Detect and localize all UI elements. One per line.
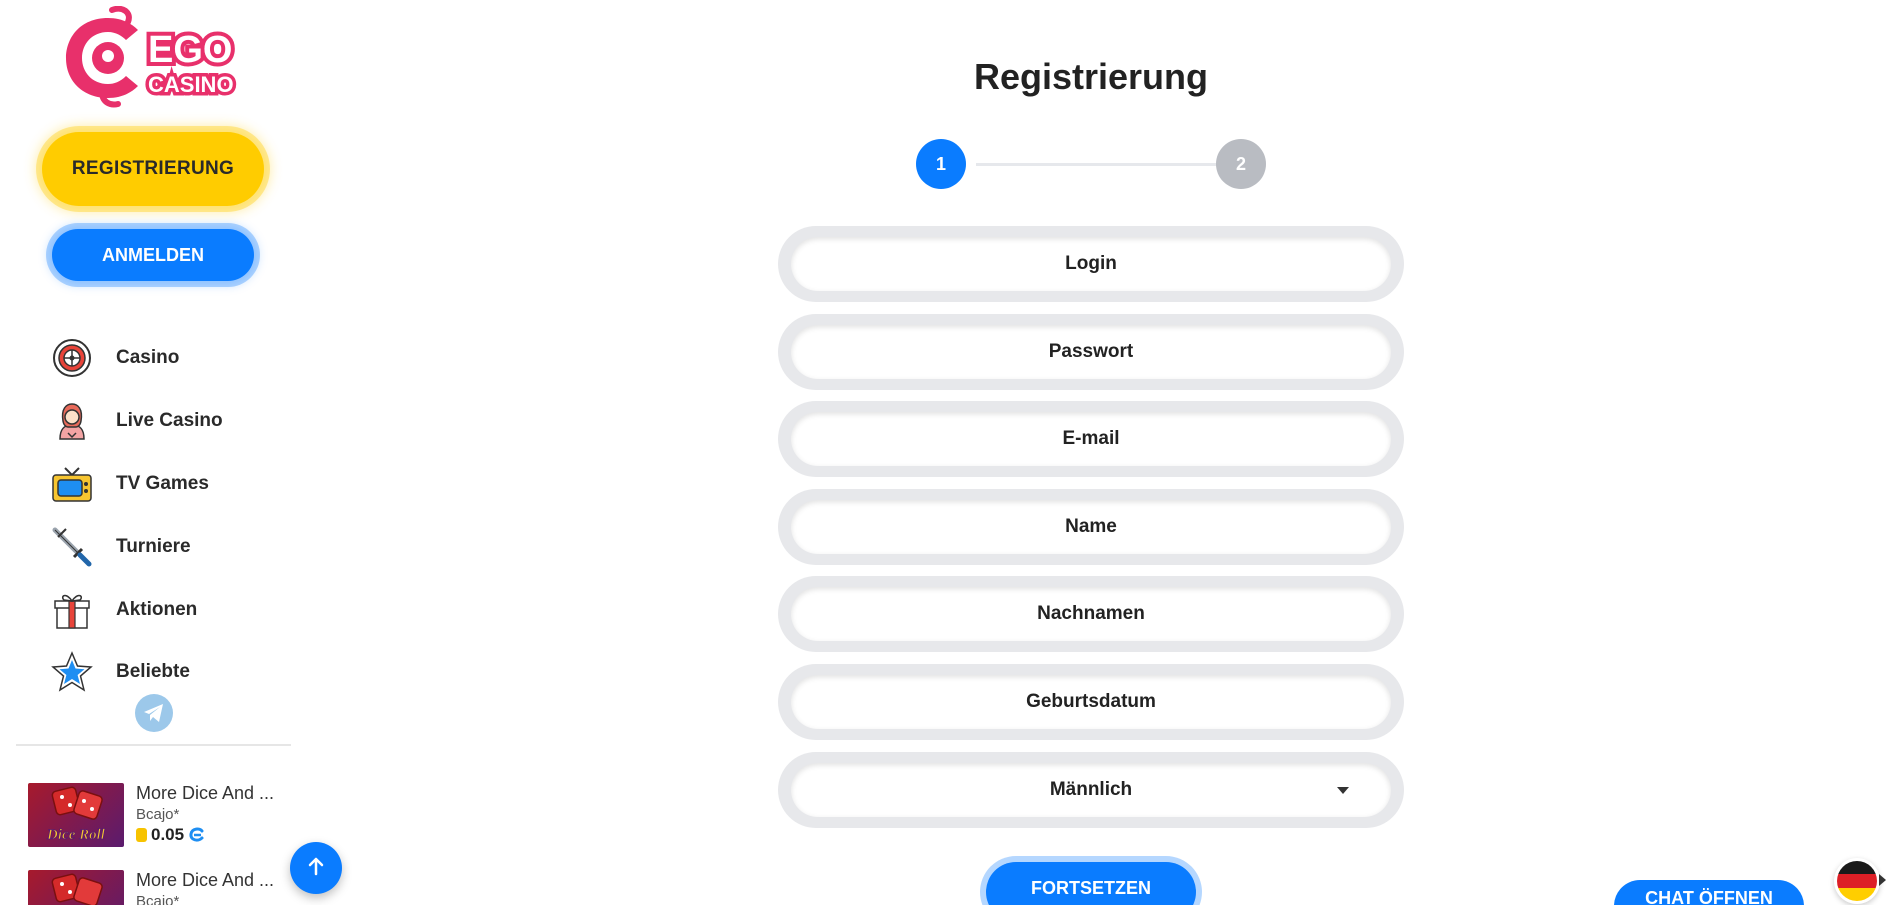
surname-field-inner	[791, 587, 1391, 642]
email-field-inner	[791, 412, 1391, 467]
sidebar: EGO CASINO REGISTRIERUNG ANMELDEN Casino…	[0, 0, 300, 905]
birthdate-input[interactable]	[791, 690, 1391, 713]
telegram-icon[interactable]	[135, 694, 173, 732]
continue-button-label: FORTSETZEN	[1031, 878, 1151, 898]
password-field-inner	[791, 324, 1391, 379]
logo-text-ego: EGO	[148, 29, 232, 71]
open-chat-button[interactable]: CHAT ÖFFNEN	[1614, 880, 1804, 905]
login-field-inner	[791, 237, 1391, 291]
win-amount: 0.05	[136, 825, 274, 845]
chevron-down-icon	[1337, 786, 1349, 794]
step-1-active: 1	[916, 139, 966, 189]
win-info: More Dice And ... Bcajo* 0.05	[136, 783, 274, 853]
win-amount-value: 0.05	[151, 825, 185, 844]
birthdate-field-wrap	[778, 663, 1404, 740]
logo-text-casino: CASINO	[148, 72, 234, 97]
email-input[interactable]	[791, 428, 1391, 451]
register-button[interactable]: REGISTRIERUNG	[42, 132, 264, 206]
sidebar-item-label: TV Games	[116, 472, 209, 494]
sidebar-item-label: Casino	[116, 347, 180, 369]
registration-form: Männlich	[778, 226, 1404, 839]
name-field-inner	[791, 499, 1391, 554]
win-info: More Dice And ... Bcajo*	[136, 870, 274, 905]
scroll-to-top-button[interactable]	[290, 842, 342, 894]
gift-icon	[48, 586, 96, 634]
sidebar-item-label: Turniere	[116, 535, 191, 557]
sidebar-nav: Casino Live Casino TV Games Turniere Akt…	[48, 327, 288, 704]
coin-icon	[136, 828, 147, 842]
game-thumbnail	[28, 870, 124, 905]
roulette-icon	[48, 334, 96, 382]
step-number: 2	[1235, 153, 1246, 174]
continue-button[interactable]: FORTSETZEN	[986, 862, 1196, 905]
swords-icon	[48, 523, 96, 571]
page: EGO CASINO REGISTRIERUNG ANMELDEN Casino…	[0, 0, 1888, 905]
login-button-label: ANMELDEN	[102, 244, 204, 265]
surname-input[interactable]	[791, 603, 1391, 626]
thumbnail-text: Dice Roll	[46, 827, 106, 843]
sidebar-item-popular[interactable]: Beliebte	[48, 641, 288, 704]
language-selector[interactable]	[1834, 858, 1880, 904]
win-username: Bcajo*	[136, 806, 180, 823]
step-indicator: 1 2	[916, 139, 1268, 189]
ego-coin-icon	[188, 827, 206, 843]
sidebar-divider	[16, 744, 291, 746]
tv-icon	[48, 460, 96, 508]
gender-field-wrap: Männlich	[778, 751, 1404, 828]
sidebar-item-tv-games[interactable]: TV Games	[48, 453, 288, 516]
email-field-wrap	[778, 401, 1404, 478]
sidebar-item-label: Aktionen	[116, 598, 198, 620]
birthdate-field-inner	[791, 674, 1391, 729]
sidebar-item-promotions[interactable]: Aktionen	[48, 578, 288, 641]
game-thumbnail: Dice Roll	[28, 783, 124, 847]
win-game-title: More Dice And ...	[136, 783, 275, 803]
star-icon	[48, 648, 96, 696]
ego-casino-logo[interactable]: EGO CASINO	[62, 5, 244, 110]
surname-field-wrap	[778, 576, 1404, 653]
gender-select-value: Männlich	[1049, 778, 1133, 800]
gender-select[interactable]: Männlich	[791, 762, 1391, 817]
step-number: 1	[935, 153, 946, 174]
recent-win-item[interactable]: More Dice And ... Bcajo*	[28, 870, 288, 905]
open-chat-label: CHAT ÖFFNEN	[1645, 888, 1773, 905]
recent-win-item[interactable]: Dice Roll More Dice And ... Bcajo* 0.05	[28, 783, 288, 853]
password-field-wrap	[778, 313, 1404, 390]
arrow-up-icon	[307, 856, 325, 881]
dealer-icon	[48, 397, 96, 445]
step-2-inactive: 2	[1216, 139, 1266, 189]
sidebar-item-live-casino[interactable]: Live Casino	[48, 390, 288, 453]
win-game-title: More Dice And ...	[136, 870, 275, 890]
login-button[interactable]: ANMELDEN	[52, 229, 254, 281]
page-title: Registrierung	[973, 56, 1209, 97]
sidebar-item-tournaments[interactable]: Turniere	[48, 515, 288, 578]
sidebar-item-casino[interactable]: Casino	[48, 327, 288, 390]
sidebar-item-label: Live Casino	[116, 410, 223, 432]
win-username: Bcajo*	[136, 893, 180, 905]
chevron-right-icon	[1879, 874, 1886, 886]
register-button-label: REGISTRIERUNG	[71, 158, 235, 179]
step-connector	[976, 163, 1218, 166]
login-input[interactable]	[791, 253, 1391, 275]
name-input[interactable]	[791, 515, 1391, 538]
password-input[interactable]	[791, 340, 1391, 363]
login-field-wrap	[778, 226, 1404, 302]
sidebar-item-label: Beliebte	[116, 661, 190, 683]
name-field-wrap	[778, 488, 1404, 565]
de-flag-icon	[1837, 861, 1877, 901]
